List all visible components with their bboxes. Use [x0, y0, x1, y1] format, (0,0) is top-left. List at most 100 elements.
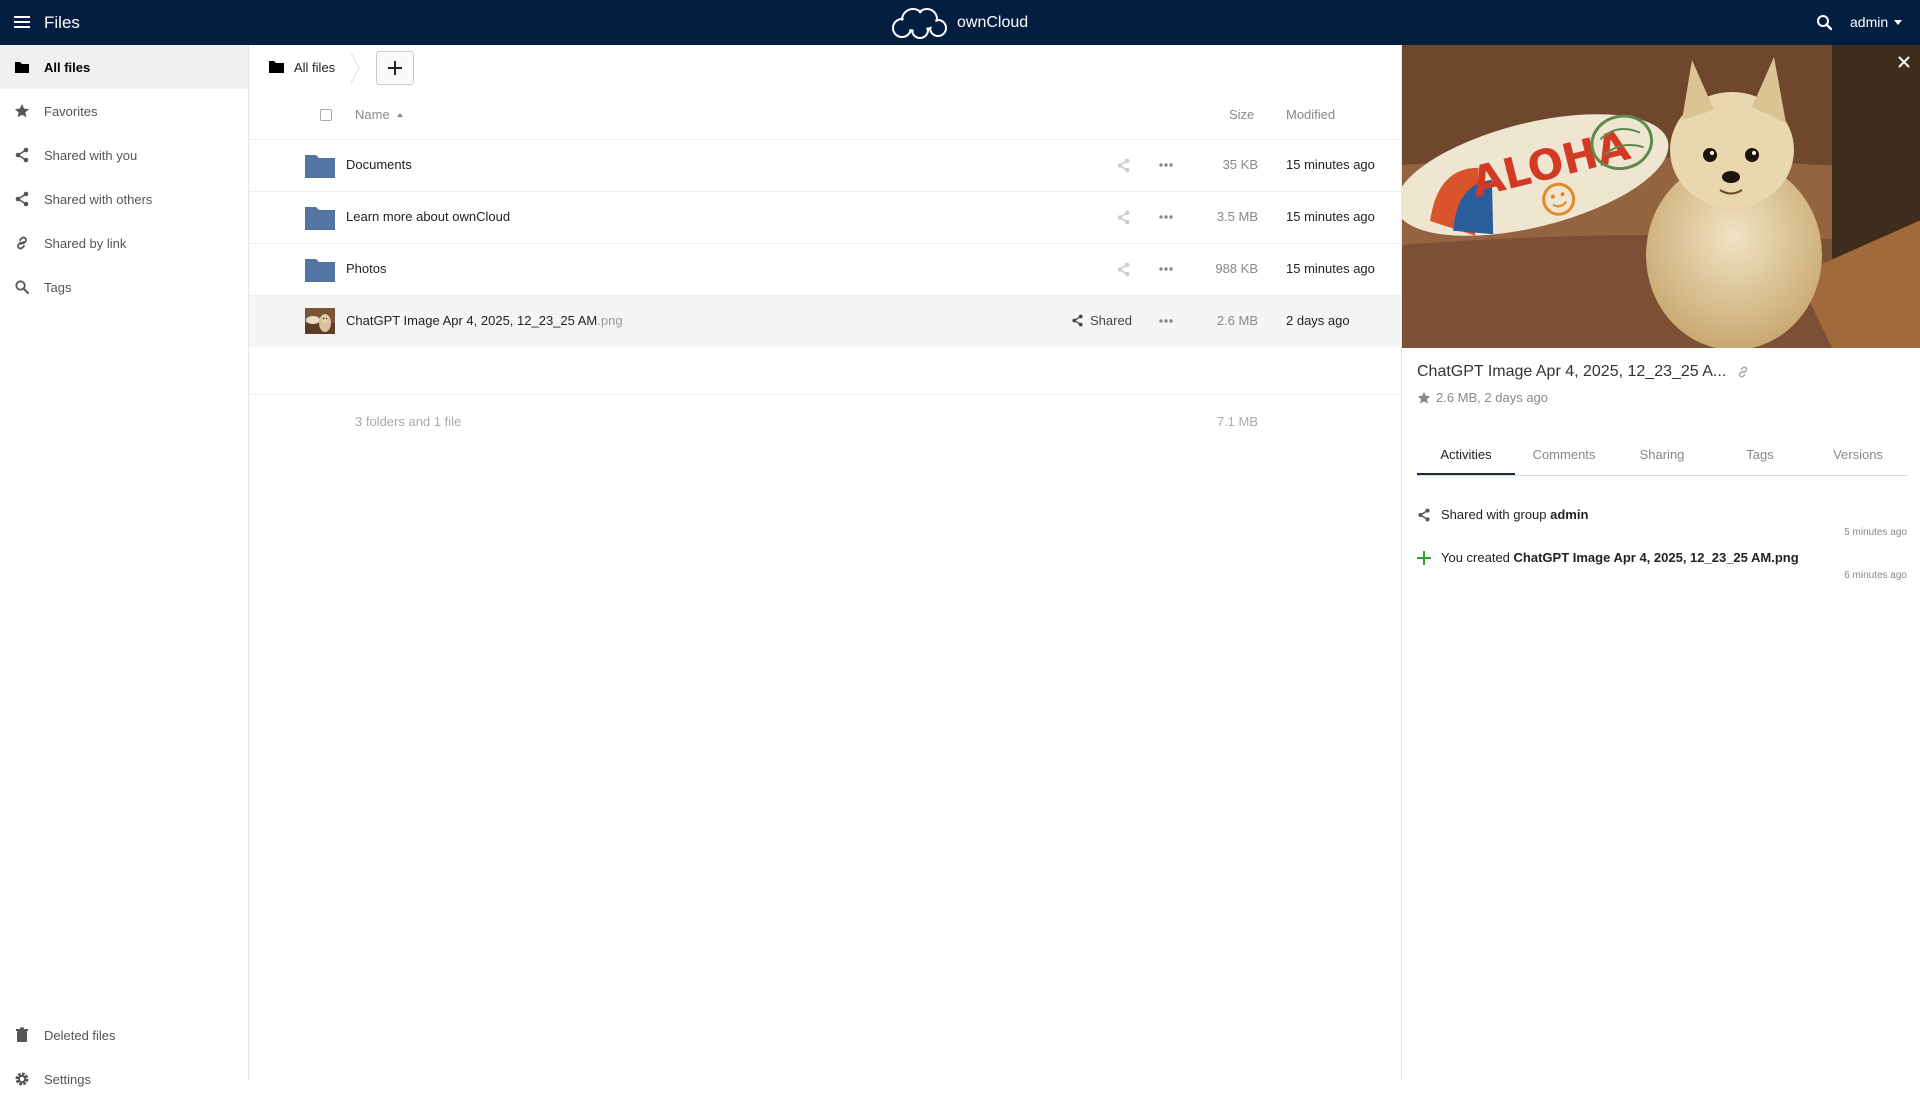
- file-modified: 15 minutes ago: [1286, 209, 1375, 224]
- tab-sharing[interactable]: Sharing: [1613, 436, 1711, 475]
- more-options-icon[interactable]: [1158, 211, 1174, 223]
- file-modified: 15 minutes ago: [1286, 157, 1375, 172]
- file-modified: 2 days ago: [1286, 313, 1350, 328]
- sidebar-item-label: Deleted files: [44, 1027, 116, 1043]
- controls-bar: All files: [249, 45, 1401, 89]
- image-preview[interactable]: ALOHA: [1402, 45, 1920, 348]
- more-options-icon[interactable]: [1158, 159, 1174, 171]
- file-list-area: All files Name Size Modified Documents 3…: [249, 45, 1401, 1080]
- search-icon: [15, 280, 29, 294]
- detail-file-title: ChatGPT Image Apr 4, 2025, 12_23_25 A...: [1417, 363, 1750, 381]
- file-size: 2.6 MB: [1216, 313, 1258, 328]
- column-header-name[interactable]: Name: [355, 107, 403, 122]
- share-icon: [1072, 314, 1083, 327]
- folder-icon: [269, 61, 284, 73]
- new-button[interactable]: [376, 51, 414, 85]
- share-icon: [1418, 508, 1430, 522]
- file-modified: 15 minutes ago: [1286, 261, 1375, 276]
- sidebar-item-tags[interactable]: Tags: [0, 265, 248, 309]
- tab-versions[interactable]: Versions: [1809, 436, 1907, 475]
- share-icon: [15, 191, 29, 207]
- star-icon[interactable]: [1417, 391, 1431, 405]
- column-header-modified[interactable]: Modified: [1286, 107, 1335, 122]
- file-extension: .png: [597, 313, 623, 328]
- table-row[interactable]: ChatGPT Image Apr 4, 2025, 12_23_25 AM.p…: [249, 295, 1401, 347]
- file-basename: Documents: [346, 157, 412, 172]
- link-icon[interactable]: [1736, 365, 1750, 379]
- sidebar-item-label: Tags: [44, 279, 72, 295]
- table-row[interactable]: Documents 35 KB 15 minutes ago: [249, 139, 1401, 191]
- file-size: 988 KB: [1215, 261, 1258, 276]
- shared-button[interactable]: Shared: [1071, 313, 1132, 328]
- breadcrumb-label: All files: [294, 59, 336, 75]
- user-name: admin: [1850, 14, 1889, 30]
- tab-comments[interactable]: Comments: [1515, 436, 1613, 475]
- owncloud-logo[interactable]: ownCloud: [889, 6, 1028, 40]
- breadcrumb-separator: [350, 52, 360, 84]
- file-basename: Learn more about ownCloud: [346, 209, 511, 224]
- more-options-icon[interactable]: [1158, 263, 1174, 275]
- cloud-logo-icon: [892, 8, 947, 39]
- shared-label: Shared: [1090, 313, 1132, 328]
- file-name[interactable]: Learn more about ownCloud: [346, 209, 510, 224]
- share-icon[interactable]: [1116, 210, 1131, 225]
- details-panel: ALOHA ChatGPT Image Apr 4, 2025, 12_23_2…: [1401, 45, 1920, 1080]
- more-options-icon[interactable]: [1158, 315, 1174, 327]
- detail-meta-text: 2.6 MB, 2 days ago: [1436, 390, 1549, 405]
- sidebar-item-favorites[interactable]: Favorites: [0, 89, 248, 133]
- folder-icon: [305, 207, 335, 230]
- app-title[interactable]: Files: [44, 13, 80, 33]
- sidebar-item-settings[interactable]: Settings: [0, 1057, 248, 1101]
- activity-prefix: Shared with group: [1441, 507, 1551, 522]
- file-size: 3.5 MB: [1216, 209, 1258, 224]
- sidebar-item-deleted-files[interactable]: Deleted files: [0, 1013, 248, 1057]
- table-header: Name Size Modified: [249, 95, 1401, 135]
- file-name[interactable]: Documents: [346, 157, 412, 172]
- detail-tabs: Activities Comments Sharing Tags Version…: [1417, 436, 1907, 476]
- sidebar-item-shared-with-others[interactable]: Shared with others: [0, 177, 248, 221]
- table-row[interactable]: Photos 988 KB 15 minutes ago: [249, 243, 1401, 295]
- select-all-checkbox[interactable]: [320, 109, 332, 121]
- trash-icon: [16, 1027, 28, 1042]
- activity-subject: admin: [1550, 507, 1589, 522]
- file-name[interactable]: ChatGPT Image Apr 4, 2025, 12_23_25 AM.p…: [346, 313, 623, 328]
- activity-subject: ChatGPT Image Apr 4, 2025, 12_23_25 AM.p…: [1513, 550, 1799, 565]
- close-icon[interactable]: [1897, 55, 1911, 69]
- logo-text: ownCloud: [957, 14, 1029, 31]
- file-basename: ChatGPT Image Apr 4, 2025, 12_23_25 AM: [346, 313, 598, 328]
- activity-prefix: You created: [1441, 550, 1514, 565]
- file-size: 35 KB: [1222, 157, 1258, 172]
- sidebar-item-label: Shared with others: [44, 191, 153, 207]
- sidebar-item-label: All files: [44, 59, 91, 75]
- column-header-size[interactable]: Size: [1229, 107, 1254, 122]
- tab-activities[interactable]: Activities: [1417, 436, 1515, 475]
- hamburger-menu-icon[interactable]: [14, 15, 30, 29]
- detail-file-meta: 2.6 MB, 2 days ago: [1417, 390, 1548, 405]
- activity-text: Shared with group admin: [1441, 507, 1588, 522]
- file-name[interactable]: Photos: [346, 261, 386, 276]
- gear-icon: [15, 1072, 29, 1086]
- star-icon: [14, 104, 30, 118]
- table-row[interactable]: Learn more about ownCloud 3.5 MB 15 minu…: [249, 191, 1401, 243]
- top-header: Files ownCloud admin: [0, 0, 1920, 45]
- breadcrumb-all-files[interactable]: All files: [269, 45, 335, 89]
- share-icon: [15, 147, 29, 163]
- summary-text: 3 folders and 1 file: [355, 414, 462, 429]
- sidebar-item-shared-with-you[interactable]: Shared with you: [0, 133, 248, 177]
- summary-size: 7.1 MB: [1216, 414, 1258, 429]
- file-summary-row: 3 folders and 1 file 7.1 MB: [249, 394, 1401, 444]
- sidebar-item-label: Shared by link: [44, 235, 127, 251]
- share-icon[interactable]: [1116, 262, 1131, 277]
- sidebar: All files Favorites Shared with you Shar…: [0, 45, 249, 1087]
- preview-illustration: ALOHA: [1402, 45, 1920, 348]
- user-menu[interactable]: admin: [1850, 14, 1903, 30]
- search-icon[interactable]: [1816, 14, 1833, 31]
- sidebar-item-shared-by-link[interactable]: Shared by link: [0, 221, 248, 265]
- tab-tags[interactable]: Tags: [1711, 436, 1809, 475]
- sidebar-item-label: Settings: [44, 1071, 91, 1087]
- folder-icon: [305, 259, 335, 282]
- share-icon[interactable]: [1116, 158, 1131, 173]
- folder-icon: [15, 62, 29, 73]
- sort-ascending-icon: [396, 112, 403, 117]
- sidebar-item-all-files[interactable]: All files: [0, 45, 248, 89]
